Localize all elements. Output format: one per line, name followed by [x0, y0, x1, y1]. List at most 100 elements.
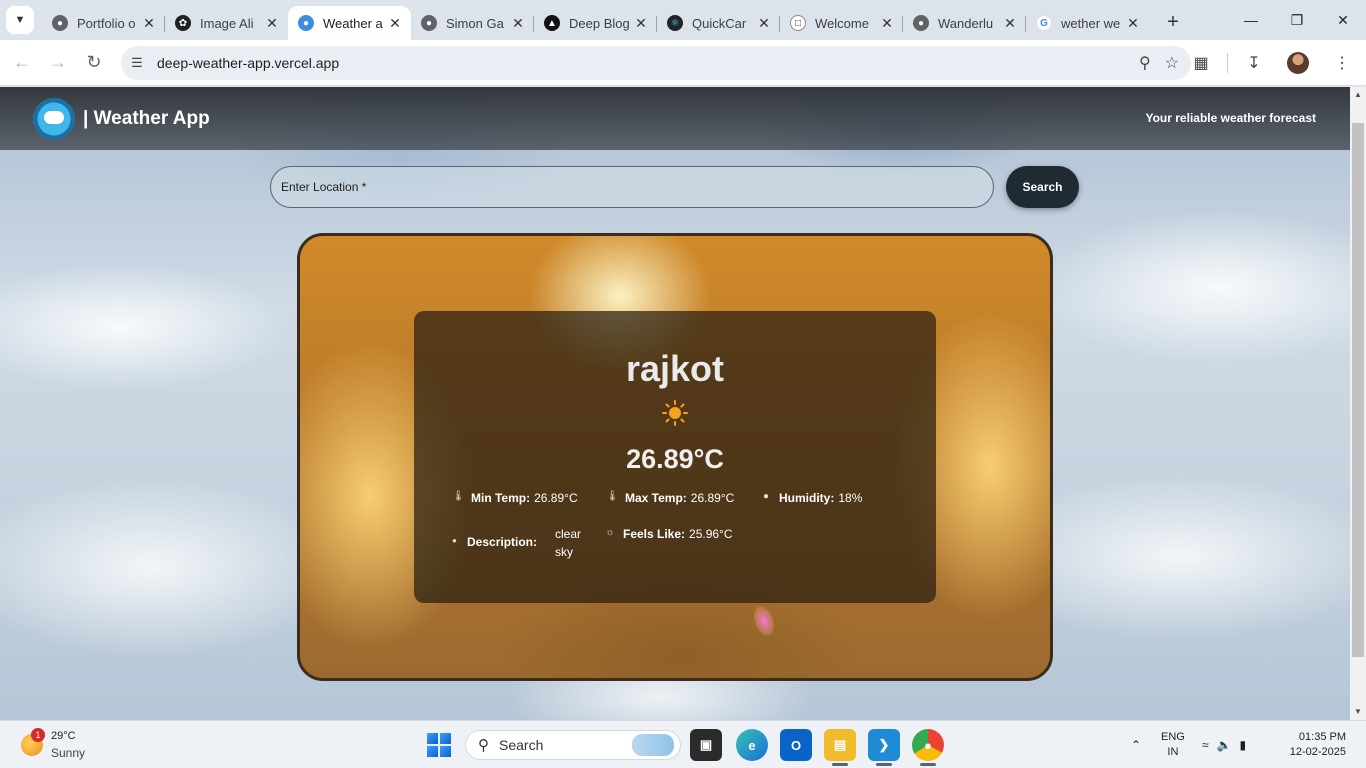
windows-start-icon[interactable] [427, 733, 451, 757]
location-input[interactable] [270, 166, 994, 208]
react-icon: ⚛ [667, 15, 683, 31]
tab-wanderlust[interactable]: ● Wanderlu ✕ [903, 6, 1026, 40]
tab-simon[interactable]: ● Simon Ga ✕ [411, 6, 534, 40]
toolbar-divider [1227, 53, 1228, 73]
app-header: | Weather App Your reliable weather fore… [0, 87, 1350, 150]
start-tile [440, 746, 451, 757]
triangle-icon: ▲ [544, 15, 560, 31]
city-name: rajkot [625, 348, 725, 389]
taskbar-search-box[interactable]: ⚲ Search [465, 730, 681, 760]
close-tab-icon[interactable]: ✕ [141, 15, 157, 31]
app-tagline: Your reliable weather forecast [1145, 111, 1316, 125]
outlook-icon[interactable]: O [780, 729, 812, 761]
tab-weather-app[interactable]: ● Weather a ✕ [288, 6, 411, 40]
widget-temperature[interactable]: 29°C [51, 730, 76, 742]
browser-toolbar: ← → ↻ ☰ deep-weather-app.vercel.app ⚲ ☆ … [0, 40, 1366, 86]
start-tile [427, 733, 438, 744]
widget-condition[interactable]: Sunny [51, 746, 85, 760]
tab-quickcar[interactable]: ⚛ QuickCar ✕ [657, 6, 780, 40]
task-view-icon[interactable]: ▣ [690, 729, 722, 761]
forward-icon[interactable]: → [40, 45, 76, 81]
start-tile [440, 733, 451, 744]
wifi-icon: ≈ [1202, 738, 1209, 752]
minimize-icon[interactable]: — [1228, 0, 1274, 40]
language-code: ENG [1161, 731, 1185, 743]
notification-badge: 1 [31, 728, 45, 742]
new-tab-button[interactable]: + [1159, 9, 1187, 37]
search-form: Search [270, 166, 1079, 208]
tab-title: Wanderlu [938, 15, 994, 31]
menu-kebab-icon[interactable]: ⋮ [1324, 45, 1360, 81]
status-icons[interactable]: ≈ 🔈 ▮ [1202, 721, 1246, 768]
chat-icon: □ [790, 15, 806, 31]
zoom-icon[interactable]: ⚲ [1139, 53, 1151, 73]
volume-icon: 🔈 [1216, 738, 1232, 752]
weather-logo-icon [33, 97, 75, 140]
site-settings-icon[interactable]: ☰ [127, 55, 147, 71]
max-temp-label: Max Temp: [625, 491, 687, 505]
close-tab-icon[interactable]: ✕ [387, 15, 403, 31]
tab-title: Deep Blog [569, 15, 630, 31]
thermometer-icon: 🌡 [606, 491, 619, 502]
scroll-down-icon[interactable]: ▼ [1350, 704, 1366, 720]
tab-welcome[interactable]: □ Welcome ✕ [780, 6, 903, 40]
region-code: IN [1167, 746, 1179, 758]
toolbar-actions: ▦ ↧ ⋮ [1175, 40, 1366, 86]
description-label: Description: [467, 535, 538, 549]
feels-like-value: 25.96°C [689, 527, 733, 541]
tab-search-button[interactable]: ▼ [6, 6, 34, 34]
tab-wether-search[interactable]: G wether we ✕ [1026, 6, 1149, 40]
humidity-row: ● Humidity: 18% [760, 491, 862, 505]
url-text[interactable]: deep-weather-app.vercel.app [157, 55, 339, 71]
close-tab-icon[interactable]: ✕ [879, 15, 895, 31]
page-scrollbar[interactable]: ▲ ▼ [1350, 87, 1366, 720]
back-icon[interactable]: ← [4, 45, 40, 81]
windows-taskbar: 1 29°C Sunny ⚲ Search ▣ e O ▤ ❯ ● ⌃ ENG … [0, 720, 1366, 768]
tab-image-ali[interactable]: ✿ Image Ali ✕ [165, 6, 288, 40]
tab-title: wether we [1061, 15, 1121, 31]
scroll-up-icon[interactable]: ▲ [1350, 87, 1366, 103]
language-indicator[interactable]: ENG IN [1161, 730, 1185, 760]
search-icon: ⚲ [478, 737, 489, 754]
taskbar-search-label: Search [499, 737, 544, 753]
extensions-icon[interactable]: ▦ [1183, 45, 1219, 81]
close-window-icon[interactable]: ✕ [1320, 0, 1366, 40]
edge-icon[interactable]: e [736, 729, 768, 761]
chevron-up-icon[interactable]: ⌃ [1126, 738, 1146, 752]
tab-title: Portfolio o [77, 15, 136, 31]
search-button[interactable]: Search [1006, 166, 1079, 208]
vscode-icon[interactable]: ❯ [868, 729, 900, 766]
close-tab-icon[interactable]: ✕ [756, 15, 772, 31]
window-controls: — ❐ ✕ [1228, 0, 1366, 40]
scrollbar-thumb[interactable] [1352, 123, 1364, 657]
description-value: clear sky [555, 527, 582, 559]
system-clock[interactable]: 01:35 PM 12-02-2025 [1280, 730, 1346, 760]
clock-date: 12-02-2025 [1289, 746, 1346, 758]
tab-title: Image Ali [200, 15, 254, 31]
close-tab-icon[interactable]: ✕ [510, 15, 526, 31]
close-tab-icon[interactable]: ✕ [1002, 15, 1018, 31]
file-explorer-icon[interactable]: ▤ [824, 729, 856, 766]
tab-portfolio[interactable]: ● Portfolio o ✕ [42, 6, 165, 40]
restore-icon[interactable]: ❐ [1274, 0, 1320, 40]
close-tab-icon[interactable]: ✕ [264, 15, 280, 31]
globe-icon: ● [913, 15, 929, 31]
close-tab-icon[interactable]: ✕ [633, 15, 649, 31]
chrome-icon[interactable]: ● [912, 729, 944, 766]
reload-icon[interactable]: ↻ [76, 45, 112, 81]
feels-like-row: ☼ Feels Like: 25.96°C [604, 527, 733, 541]
battery-icon: ▮ [1239, 738, 1247, 752]
close-tab-icon[interactable]: ✕ [1125, 15, 1141, 31]
tab-title: Weather a [323, 15, 383, 31]
chatgpt-icon: ✿ [175, 15, 191, 31]
download-icon[interactable]: ↧ [1236, 45, 1272, 81]
tab-deep-blog[interactable]: ▲ Deep Blog ✕ [534, 6, 657, 40]
page-viewport: | Weather App Your reliable weather fore… [0, 87, 1350, 720]
tab-title: QuickCar [692, 15, 747, 31]
search-highlight-image [632, 734, 674, 756]
profile-avatar[interactable] [1280, 45, 1316, 81]
address-bar[interactable]: ☰ deep-weather-app.vercel.app ⚲ ☆ [121, 46, 1191, 80]
description-bullet-icon: ● [452, 536, 457, 545]
app-title: | Weather App [83, 107, 210, 129]
globe-icon: ● [421, 15, 437, 31]
